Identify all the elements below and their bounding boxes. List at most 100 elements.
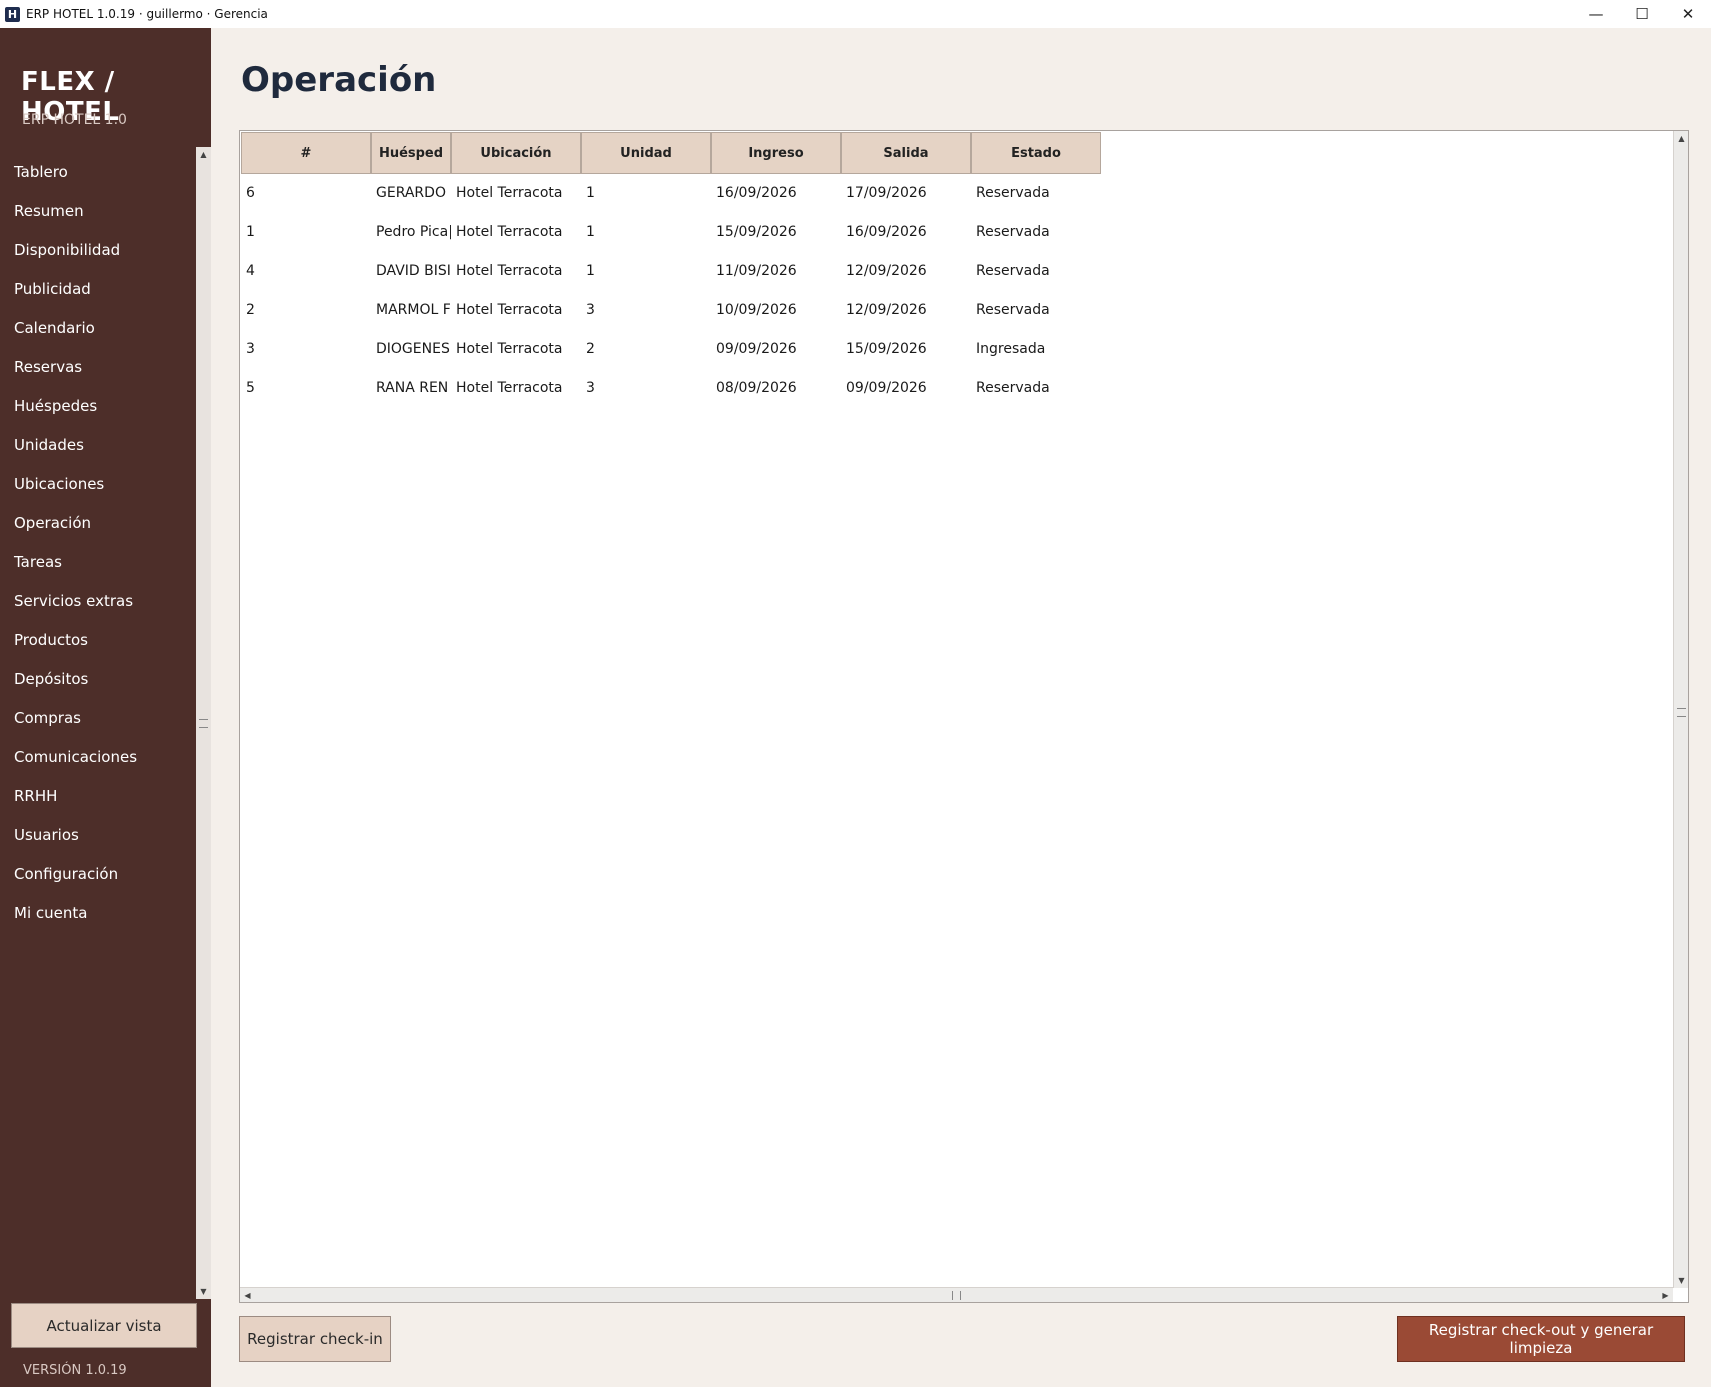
cell-checkout: 12/09/2026: [846, 302, 927, 318]
scroll-grip-icon[interactable]: [1677, 708, 1686, 717]
cell-checkin: 09/09/2026: [716, 341, 797, 357]
cell-status: Reservada: [976, 224, 1050, 240]
cell-status: Reservada: [976, 263, 1050, 279]
sidebar-item-usuarios[interactable]: Usuarios: [0, 816, 196, 855]
sidebar: FLEX / HOTEL ERP HOTEL 1.0 Tablero Resum…: [0, 28, 211, 1387]
sidebar-item-comunicaciones[interactable]: Comunicaciones: [0, 738, 196, 777]
cell-checkout: 17/09/2026: [846, 185, 927, 201]
cell-guest: Pedro Pica|: [376, 224, 451, 240]
cell-id: 3: [246, 341, 255, 357]
table-row[interactable]: 3 DIOGENES Hotel Terracota 2 09/09/2026 …: [241, 330, 1101, 369]
table-row[interactable]: 6 GERARDO Hotel Terracota 1 16/09/2026 1…: [241, 174, 1101, 213]
cell-unit: 3: [586, 380, 595, 396]
column-header-unit[interactable]: Unidad: [581, 132, 711, 174]
brand-subtitle: ERP HOTEL 1.0: [22, 112, 127, 128]
cell-id: 4: [246, 263, 255, 279]
cell-id: 1: [246, 224, 255, 240]
cell-status: Ingresada: [976, 341, 1046, 357]
column-header-guest[interactable]: Huésped: [371, 132, 451, 174]
column-header-checkin[interactable]: Ingreso: [711, 132, 841, 174]
window-controls: — ☐ ✕: [1573, 0, 1711, 28]
cell-checkout: 12/09/2026: [846, 263, 927, 279]
table-row[interactable]: 4 DAVID BISI Hotel Terracota 1 11/09/202…: [241, 252, 1101, 291]
column-header-id[interactable]: #: [241, 132, 371, 174]
sidebar-item-compras[interactable]: Compras: [0, 699, 196, 738]
sidebar-nav: Tablero Resumen Disponibilidad Publicida…: [0, 153, 196, 933]
close-icon[interactable]: ✕: [1665, 0, 1711, 28]
scroll-grip-icon[interactable]: [199, 719, 208, 728]
cell-checkout: 16/09/2026: [846, 224, 927, 240]
register-checkout-button[interactable]: Registrar check-out y generar limpieza: [1397, 1316, 1685, 1362]
sidebar-item-calendario[interactable]: Calendario: [0, 309, 196, 348]
sidebar-item-unidades[interactable]: Unidades: [0, 426, 196, 465]
sidebar-item-servicios-extras[interactable]: Servicios extras: [0, 582, 196, 621]
cell-status: Reservada: [976, 185, 1050, 201]
column-header-location[interactable]: Ubicación: [451, 132, 581, 174]
sidebar-item-rrhh[interactable]: RRHH: [0, 777, 196, 816]
sidebar-item-mi-cuenta[interactable]: Mi cuenta: [0, 894, 196, 933]
cell-guest: DAVID BISI: [376, 263, 451, 279]
cell-checkin: 08/09/2026: [716, 380, 797, 396]
cell-location: Hotel Terracota: [456, 341, 563, 357]
register-checkin-button[interactable]: Registrar check-in: [239, 1316, 391, 1362]
cell-location: Hotel Terracota: [456, 380, 563, 396]
cell-checkin: 16/09/2026: [716, 185, 797, 201]
cell-guest: GERARDO: [376, 185, 446, 201]
sidebar-item-productos[interactable]: Productos: [0, 621, 196, 660]
table-row[interactable]: 2 MARMOL F Hotel Terracota 3 10/09/2026 …: [241, 291, 1101, 330]
scroll-left-icon[interactable]: ◀: [242, 1290, 253, 1301]
cell-guest: RANA REN: [376, 380, 449, 396]
refresh-view-button[interactable]: Actualizar vista: [11, 1303, 197, 1348]
scroll-up-icon[interactable]: ▲: [1676, 133, 1687, 144]
cell-status: Reservada: [976, 302, 1050, 318]
column-header-checkout[interactable]: Salida: [841, 132, 971, 174]
cell-guest: MARMOL F: [376, 302, 451, 318]
sidebar-item-depositos[interactable]: Depósitos: [0, 660, 196, 699]
cell-unit: 1: [586, 185, 595, 201]
cell-location: Hotel Terracota: [456, 263, 563, 279]
table-horizontal-scrollbar[interactable]: ◀ ▶: [240, 1287, 1673, 1302]
cell-id: 5: [246, 380, 255, 396]
sidebar-item-configuracion[interactable]: Configuración: [0, 855, 196, 894]
app-icon: H: [5, 6, 20, 22]
sidebar-item-tareas[interactable]: Tareas: [0, 543, 196, 582]
cell-unit: 3: [586, 302, 595, 318]
cell-checkin: 11/09/2026: [716, 263, 797, 279]
cell-unit: 1: [586, 263, 595, 279]
window-titlebar: H ERP HOTEL 1.0.19 · guillermo · Gerenci…: [0, 0, 1711, 28]
table-row[interactable]: 5 RANA REN Hotel Terracota 3 08/09/2026 …: [241, 369, 1101, 408]
cell-guest: DIOGENES: [376, 341, 450, 357]
sidebar-item-huespedes[interactable]: Huéspedes: [0, 387, 196, 426]
scroll-right-icon[interactable]: ▶: [1660, 1290, 1671, 1301]
table-vertical-scrollbar[interactable]: ▲ ▼: [1673, 131, 1688, 1288]
cell-unit: 1: [586, 224, 595, 240]
column-header-status[interactable]: Estado: [971, 132, 1101, 174]
cell-id: 2: [246, 302, 255, 318]
table-grid: # Huésped Ubicación Unidad Ingreso Salid…: [241, 132, 1101, 408]
sidebar-item-disponibilidad[interactable]: Disponibilidad: [0, 231, 196, 270]
minimize-icon[interactable]: —: [1573, 0, 1619, 28]
scroll-grip-icon[interactable]: [952, 1291, 961, 1300]
cell-location: Hotel Terracota: [456, 224, 563, 240]
maximize-icon[interactable]: ☐: [1619, 0, 1665, 28]
sidebar-item-resumen[interactable]: Resumen: [0, 192, 196, 231]
scroll-up-icon[interactable]: ▲: [198, 149, 209, 160]
cell-checkin: 10/09/2026: [716, 302, 797, 318]
sidebar-scrollbar[interactable]: ▲ ▼: [196, 147, 211, 1299]
operations-table: # Huésped Ubicación Unidad Ingreso Salid…: [239, 130, 1689, 1303]
cell-status: Reservada: [976, 380, 1050, 396]
window-title: ERP HOTEL 1.0.19 · guillermo · Gerencia: [26, 7, 268, 21]
sidebar-item-publicidad[interactable]: Publicidad: [0, 270, 196, 309]
scroll-down-icon[interactable]: ▼: [198, 1286, 209, 1297]
cell-unit: 2: [586, 341, 595, 357]
cell-id: 6: [246, 185, 255, 201]
table-row[interactable]: 1 Pedro Pica| Hotel Terracota 1 15/09/20…: [241, 213, 1101, 252]
sidebar-item-operacion[interactable]: Operación: [0, 504, 196, 543]
table-header: # Huésped Ubicación Unidad Ingreso Salid…: [241, 132, 1101, 174]
cell-location: Hotel Terracota: [456, 302, 563, 318]
sidebar-item-tablero[interactable]: Tablero: [0, 153, 196, 192]
sidebar-item-ubicaciones[interactable]: Ubicaciones: [0, 465, 196, 504]
sidebar-item-reservas[interactable]: Reservas: [0, 348, 196, 387]
scroll-down-icon[interactable]: ▼: [1676, 1275, 1687, 1286]
cell-checkout: 09/09/2026: [846, 380, 927, 396]
